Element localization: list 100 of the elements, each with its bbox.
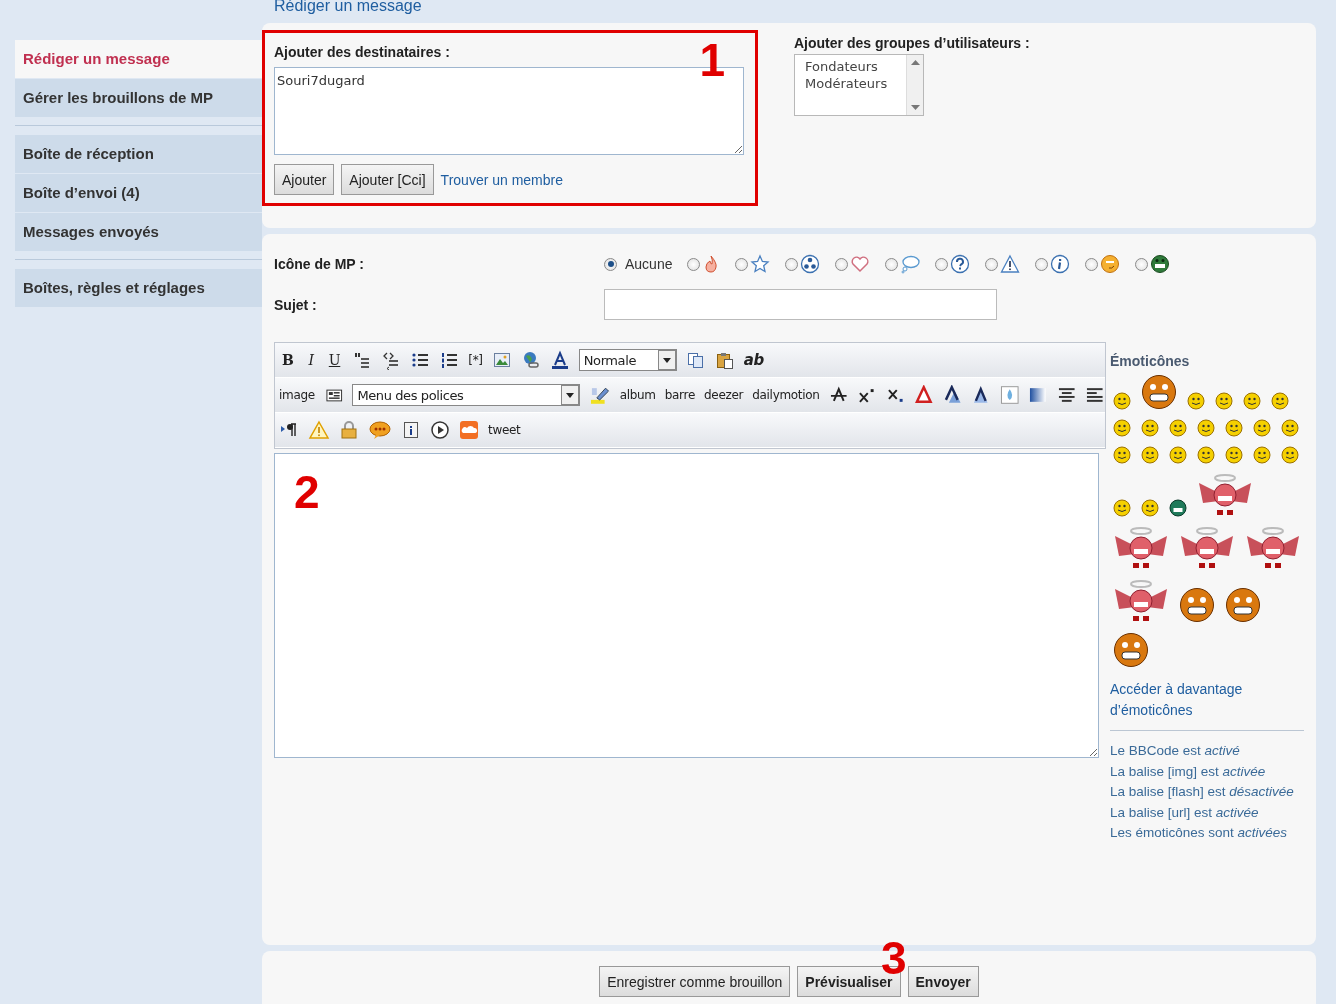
add-button[interactable]: Ajouter [Cci]: [341, 164, 434, 195]
numbered-list-icon[interactable]: [439, 350, 460, 370]
align-justify-icon[interactable]: [1085, 385, 1105, 405]
heart-icon[interactable]: [850, 254, 871, 274]
radio-button[interactable]: [1035, 257, 1049, 271]
speech-bubble-icon[interactable]: [368, 420, 392, 440]
sidebar-item[interactable]: Boîtes, règles et réglages: [15, 269, 262, 307]
toolbar-button[interactable]: [*]: [468, 353, 483, 367]
smiley-icon[interactable]: [1169, 446, 1187, 464]
find-member-link[interactable]: Trouver un membre: [440, 171, 564, 188]
italic-button[interactable]: I: [305, 352, 317, 368]
smiley-icon[interactable]: [1141, 499, 1159, 517]
align-center-icon[interactable]: [1056, 385, 1077, 405]
smiley-icon[interactable]: [1225, 587, 1261, 623]
smiley-icon[interactable]: [1253, 419, 1271, 437]
sidebar-item[interactable]: Boîte d’envoi (4): [15, 174, 262, 212]
shadowed-triangle-icon[interactable]: [942, 385, 963, 405]
highlighter-icon[interactable]: [589, 385, 611, 405]
smiley-icon[interactable]: [1243, 392, 1261, 410]
picture-icon[interactable]: [491, 350, 512, 370]
smiley-icon[interactable]: [1197, 446, 1215, 464]
more-emoticons-link[interactable]: Accéder à davantage d’émoticônes: [1110, 679, 1304, 721]
toolbar-button[interactable]: tweet: [488, 423, 521, 437]
smiley-icon[interactable]: [1281, 446, 1299, 464]
bold-button[interactable]: B: [279, 352, 297, 368]
toolbar-button[interactable]: ab: [743, 351, 764, 369]
smiley-icon[interactable]: [1141, 419, 1159, 437]
smiley-icon[interactable]: [1113, 499, 1131, 517]
smiley-icon[interactable]: [1253, 446, 1271, 464]
angel-drawing[interactable]: [1197, 473, 1253, 517]
toolbar-button[interactable]: deezer: [704, 388, 744, 402]
info-icon[interactable]: [1050, 254, 1071, 274]
star-icon[interactable]: [750, 254, 771, 274]
radio-button[interactable]: [835, 257, 849, 271]
radio-button[interactable]: [935, 257, 949, 271]
grin-icon[interactable]: [1150, 254, 1171, 274]
radio-button[interactable]: [1135, 257, 1149, 271]
thought-bubble-icon[interactable]: [900, 254, 921, 274]
copy-icon[interactable]: [685, 350, 706, 370]
sidebar-item[interactable]: Rédiger un message: [15, 40, 262, 78]
radiation-icon[interactable]: [800, 254, 821, 274]
smiley-icon[interactable]: [1187, 392, 1205, 410]
smiley-icon[interactable]: [1169, 419, 1187, 437]
toolbar-button[interactable]: image: [279, 388, 315, 402]
radio-button[interactable]: [735, 257, 749, 271]
smiley-icon[interactable]: [1141, 446, 1159, 464]
smiley-icon[interactable]: [1113, 392, 1131, 410]
angel-drawing[interactable]: [1179, 526, 1235, 570]
smiley-icon[interactable]: [1141, 374, 1177, 410]
document-icon[interactable]: [401, 420, 421, 440]
question-icon[interactable]: [950, 254, 971, 274]
sidebar-item[interactable]: Messages envoyés: [15, 213, 262, 251]
subject-field[interactable]: [604, 289, 997, 320]
sidebar-item[interactable]: Gérer les brouillons de MP: [15, 79, 262, 117]
radio-button[interactable]: [1085, 257, 1099, 271]
arrow-up-icon[interactable]: [910, 60, 920, 65]
dropdown[interactable]: Menu des polices: [352, 384, 581, 406]
warning-icon[interactable]: [1000, 254, 1021, 274]
smiley-icon[interactable]: [1225, 419, 1243, 437]
smiley-icon[interactable]: [1169, 499, 1187, 517]
smiley-icon[interactable]: [1281, 419, 1299, 437]
dropdown[interactable]: Normale: [578, 349, 677, 371]
font-color-icon[interactable]: [549, 350, 570, 370]
smiley-icon[interactable]: [1271, 392, 1289, 410]
toolbar-button[interactable]: barre: [664, 388, 695, 402]
save-draft-button[interactable]: Enregistrer comme brouillon: [599, 966, 791, 997]
sidebar-item[interactable]: Boîte de réception: [15, 135, 262, 173]
smiley-icon[interactable]: [1225, 446, 1243, 464]
radio-button[interactable]: [785, 257, 799, 271]
smiley-icon[interactable]: [1197, 419, 1215, 437]
scrollbar[interactable]: [906, 55, 923, 115]
angel-drawing[interactable]: [1113, 579, 1169, 623]
smiley-icon[interactable]: [1179, 587, 1215, 623]
radio-button[interactable]: [985, 257, 999, 271]
smiley-icon[interactable]: [1113, 632, 1149, 668]
toolbar-button[interactable]: dailymotion: [752, 388, 820, 402]
smiley-icon[interactable]: [1113, 446, 1131, 464]
underline-button[interactable]: U: [325, 352, 344, 368]
smiley-icon[interactable]: [1113, 419, 1131, 437]
angel-drawing[interactable]: [1113, 526, 1169, 570]
paste-icon[interactable]: [714, 350, 735, 370]
radio-button[interactable]: [885, 257, 899, 271]
cloud-icon[interactable]: [459, 420, 479, 440]
radio-button[interactable]: [604, 257, 617, 271]
lock-icon[interactable]: [339, 420, 359, 440]
outlined-triangle-icon[interactable]: [914, 385, 934, 405]
gradient-icon[interactable]: [1028, 385, 1048, 405]
play-icon[interactable]: [430, 420, 450, 440]
angel-drawing[interactable]: [1245, 526, 1301, 570]
toolbar-button[interactable]: album: [619, 388, 656, 402]
add-button[interactable]: Ajouter: [274, 164, 335, 195]
water-drop-icon[interactable]: [999, 385, 1020, 405]
list-option[interactable]: Fondateurs: [805, 58, 896, 75]
arrow-down-icon[interactable]: [910, 105, 920, 110]
list-option[interactable]: Modérateurs: [805, 75, 896, 92]
send-button[interactable]: Envoyer: [907, 966, 979, 997]
message-field[interactable]: [274, 453, 1099, 758]
group-list[interactable]: Fondateurs Modérateurs: [794, 54, 924, 116]
smiley-icon[interactable]: [1215, 392, 1233, 410]
radio-button[interactable]: [687, 257, 701, 271]
